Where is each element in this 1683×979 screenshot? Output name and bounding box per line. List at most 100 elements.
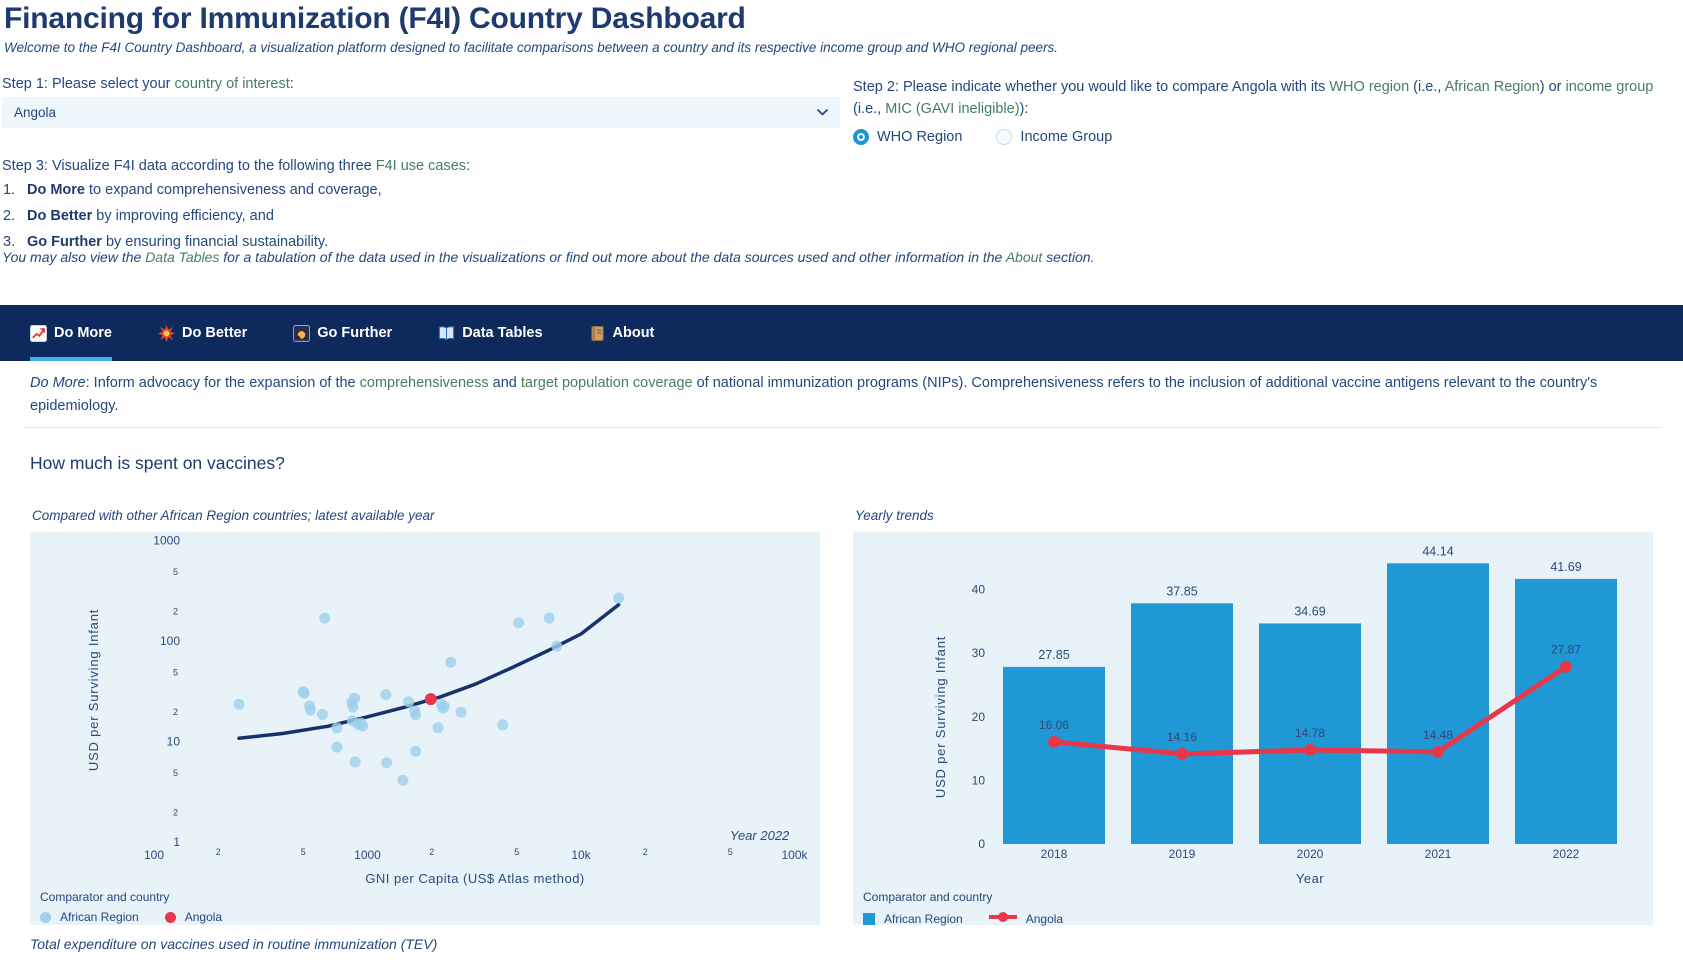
scatter-chart: 12510251002510001002510002510k25100kGNI … [30, 532, 820, 925]
tick-label: 2 [173, 607, 178, 617]
legend-title: Comparator and country [863, 890, 1063, 904]
tick-label: 2018 [1041, 847, 1068, 861]
tab-data-tables[interactable]: Data Tables [438, 305, 542, 361]
sunrise-icon [293, 325, 310, 342]
trend-line [239, 605, 619, 739]
data-point [349, 693, 360, 704]
y-axis-label: USD per Surviving Infant [86, 609, 101, 771]
use-case-text: Do Better by improving efficiency, and [27, 208, 274, 225]
scatter-legend: Comparator and country African RegionAng… [40, 890, 222, 924]
x-axis-label: GNI per Capita (US$ Atlas method) [365, 871, 585, 886]
tab-do-better[interactable]: Do Better [158, 305, 247, 361]
collision-icon [158, 325, 175, 342]
comparator-radio-group: WHO Region Income Group [853, 129, 1668, 145]
data-point [357, 721, 368, 732]
data-point [234, 699, 245, 710]
bar-plot: 010203040USD per Surviving Infant27.8537… [853, 532, 1653, 888]
radio-unselected-icon[interactable] [996, 129, 1012, 145]
data-point [381, 757, 392, 768]
tick-label: 2 [643, 847, 648, 857]
legend-item-african-region: African Region [863, 912, 963, 926]
data-point [319, 613, 330, 624]
data-point [410, 709, 421, 720]
y-axis: 010203040 [972, 583, 986, 851]
data-point [1176, 748, 1188, 760]
legend-marker [165, 912, 176, 923]
data-point [1432, 746, 1444, 758]
data-point [456, 707, 467, 718]
tick-label: 40 [972, 583, 986, 597]
section-heading: How much is spent on vaccines? [30, 453, 285, 474]
data-point [403, 696, 414, 707]
data-point [317, 709, 328, 720]
tick-label: 5 [173, 667, 178, 677]
tick-label: 100 [144, 848, 164, 862]
tick-label: 2 [173, 707, 178, 717]
open-book-icon [438, 325, 455, 342]
tick-label: 0 [978, 837, 985, 851]
tab-go-further[interactable]: Go Further [293, 305, 392, 361]
data-point [433, 722, 444, 733]
legend-label: Angola [1026, 912, 1063, 926]
x-axis: 20182019202020212022 [1041, 847, 1580, 861]
line-value-label: 16.06 [1039, 718, 1069, 732]
data-point [397, 775, 408, 786]
country-select-value: Angola [14, 105, 56, 120]
use-case-text: Do More to expand comprehensiveness and … [27, 182, 382, 199]
page-title: Financing for Immunization (F4I) Country… [4, 2, 746, 36]
bar-chart-pane: Yearly trends 010203040USD per Surviving… [853, 508, 1653, 925]
data-point [613, 593, 624, 604]
data-point [425, 693, 437, 705]
radio-income-group[interactable]: Income Group [996, 129, 1112, 145]
legend-title: Comparator and country [40, 890, 222, 904]
radio-label: WHO Region [877, 129, 962, 145]
tab-label: Data Tables [462, 325, 542, 341]
data-point [544, 613, 555, 624]
radio-who-region[interactable]: WHO Region [853, 129, 962, 145]
bar [1003, 667, 1105, 844]
data-point [497, 719, 508, 730]
data-point [1560, 661, 1572, 673]
year-annotation: Year 2022 [730, 828, 790, 843]
bar-value-label: 27.85 [1038, 648, 1069, 662]
y-axis-label: USD per Surviving Infant [933, 636, 948, 798]
series-angola [425, 693, 437, 705]
data-point [439, 701, 450, 712]
tick-label: 5 [173, 768, 178, 778]
nav-bar: Do More Do Better Go Further Data Tables Abo… [0, 305, 1683, 361]
data-point [410, 746, 421, 757]
tick-label: 10k [571, 848, 591, 862]
bar-value-label: 41.69 [1550, 560, 1581, 574]
tick-label: 5 [301, 847, 306, 857]
bar [1131, 603, 1233, 844]
tick-label: 10 [972, 773, 986, 787]
chevron-down-icon [817, 109, 828, 116]
page-subtitle: Welcome to the F4I Country Dashboard, a … [4, 40, 1058, 55]
radio-selected-icon[interactable] [853, 129, 869, 145]
bar [1515, 579, 1617, 844]
tick-label: 2021 [1425, 847, 1452, 861]
tick-label: 100k [781, 848, 808, 862]
tab-do-more[interactable]: Do More [30, 305, 112, 361]
tab-about[interactable]: About [589, 305, 655, 361]
scatter-plot: 12510251002510001002510002510k25100kGNI … [30, 532, 820, 888]
step1-label: Step 1: Please select your country of in… [2, 76, 294, 92]
data-point [445, 657, 456, 668]
legend-label: Angola [185, 910, 222, 924]
data-point [350, 757, 361, 768]
tick-label: 2020 [1297, 847, 1324, 861]
data-point [513, 617, 524, 628]
legend-item-angola: Angola [989, 910, 1063, 928]
tick-label: 2 [173, 808, 178, 818]
footer-note: Total expenditure on vaccines used in ro… [30, 936, 437, 952]
country-select[interactable]: Angola [2, 97, 840, 128]
bar-legend: Comparator and country African Region Ang… [863, 890, 1063, 928]
tick-label: 2019 [1169, 847, 1196, 861]
bar-chart: 010203040USD per Surviving Infant27.8537… [853, 532, 1653, 925]
step3-label: Step 3: Visualize F4I data according to … [2, 158, 470, 174]
do-more-description: Do More: Inform advocacy for the expansi… [30, 372, 1642, 418]
bar [1387, 563, 1489, 844]
tab-label: Do Better [182, 325, 247, 341]
line-value-label: 14.78 [1295, 726, 1325, 740]
tick-label: 30 [972, 646, 986, 660]
